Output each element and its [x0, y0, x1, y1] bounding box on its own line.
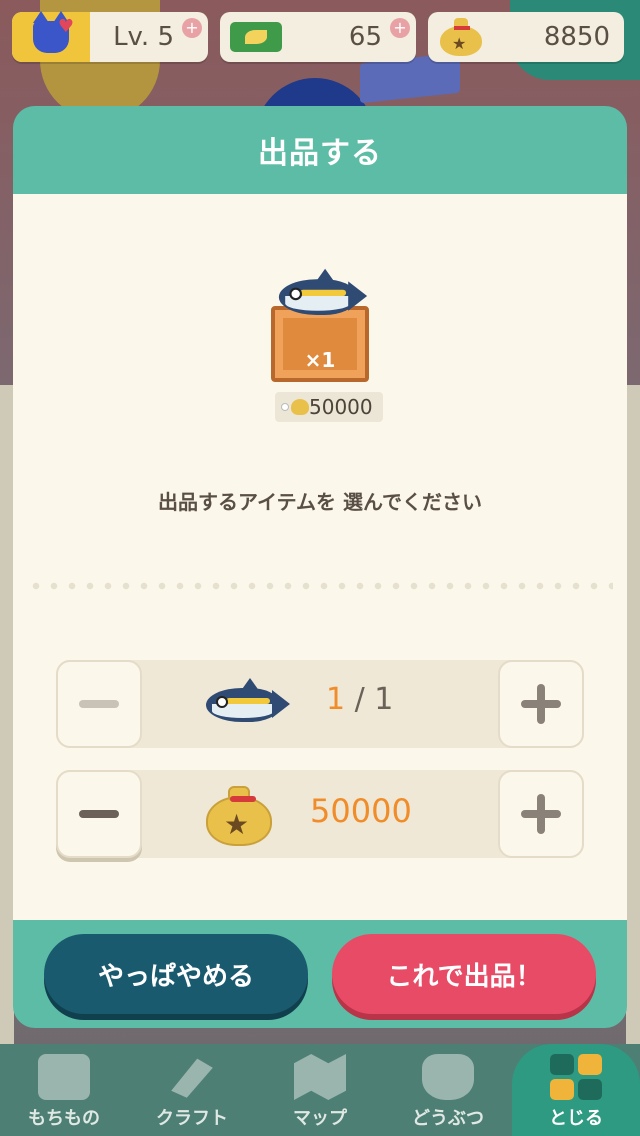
quantity-max: 1: [374, 682, 394, 717]
close-grid-icon: [550, 1054, 602, 1100]
bells-indicator: ★ 8850: [428, 12, 624, 62]
nav-label: もちもの: [28, 1108, 100, 1129]
item-quantity-badge: ×1: [304, 348, 336, 372]
price-decrease-button[interactable]: [56, 770, 142, 858]
minus-icon: [79, 810, 119, 818]
nav-item-animals[interactable]: どうぶつ: [384, 1044, 512, 1136]
dialog-actions: やっぱやめる これで出品！: [13, 920, 627, 1028]
plus-icon[interactable]: +: [182, 18, 202, 38]
side-panel-right: [626, 385, 640, 1045]
price-tag: 50000: [275, 392, 383, 422]
dialog-title: 出品する: [258, 136, 382, 171]
minus-icon: [79, 700, 119, 708]
leaf-ticket-indicator[interactable]: 65 +: [220, 12, 416, 62]
level-indicator[interactable]: ♥ Lv. 5 +: [12, 11, 208, 62]
bell-bag-icon: [291, 399, 309, 415]
nav-label: マップ: [293, 1108, 347, 1129]
price-value: 50000: [310, 792, 412, 830]
nav-label: とじる: [549, 1108, 603, 1129]
nav-item-close[interactable]: とじる: [512, 1044, 640, 1136]
quantity-increase-button[interactable]: [498, 660, 584, 748]
status-bar: ♥ Lv. 5 + 65 + ★ 8850: [12, 11, 628, 64]
quantity-decrease-button[interactable]: [56, 660, 142, 748]
nav-item-map[interactable]: マップ: [256, 1044, 384, 1136]
bell-bag-icon: ★: [440, 18, 482, 56]
avatar: ♥: [12, 11, 90, 62]
tuna-icon: [206, 678, 290, 728]
listing-dialog: 出品する ×1 50000 出品するアイテムを 選んでください 1 / 1 ★ …: [13, 106, 627, 1028]
dialog-body: ×1 50000 出品するアイテムを 選んでください 1 / 1 ★ 50000: [13, 194, 627, 920]
plus-icon: [521, 684, 561, 724]
confirm-listing-button[interactable]: これで出品！: [332, 934, 596, 1014]
quantity-separator: /: [354, 682, 365, 717]
leaf-ticket-icon: [230, 22, 282, 52]
bells-count: 8850: [543, 22, 610, 52]
plus-icon: [521, 794, 561, 834]
hammer-icon: [171, 1058, 213, 1098]
quantity-current: 1: [326, 682, 346, 717]
heart-icon: ♥: [57, 16, 74, 37]
price-increase-button[interactable]: [498, 770, 584, 858]
nav-item-inventory[interactable]: もちもの: [0, 1044, 128, 1136]
cancel-button[interactable]: やっぱやめる: [44, 934, 308, 1014]
price-stepper: ★ 50000: [56, 770, 584, 858]
quantity-stepper: 1 / 1: [56, 660, 584, 748]
tuna-icon: [278, 268, 368, 322]
nav-label: どうぶつ: [412, 1108, 484, 1129]
map-icon: [294, 1054, 346, 1100]
bottom-nav: もちもの クラフト マップ どうぶつ とじる: [0, 1044, 640, 1136]
selected-item[interactable]: ×1: [267, 268, 373, 382]
nav-label: クラフト: [156, 1108, 228, 1129]
bag-icon: [38, 1054, 90, 1100]
instruction-text: 出品するアイテムを 選んでください: [158, 490, 482, 514]
side-panel-left: [0, 385, 14, 1045]
bell-bag-icon: ★: [206, 782, 272, 846]
item-price: 50000: [309, 395, 373, 419]
animal-icon: [422, 1054, 474, 1100]
nav-item-craft[interactable]: クラフト: [128, 1044, 256, 1136]
dotted-divider: [27, 582, 613, 590]
quantity-value: 1 / 1: [326, 682, 393, 717]
plus-icon[interactable]: +: [390, 18, 410, 38]
tag-hole-icon: [281, 403, 289, 411]
